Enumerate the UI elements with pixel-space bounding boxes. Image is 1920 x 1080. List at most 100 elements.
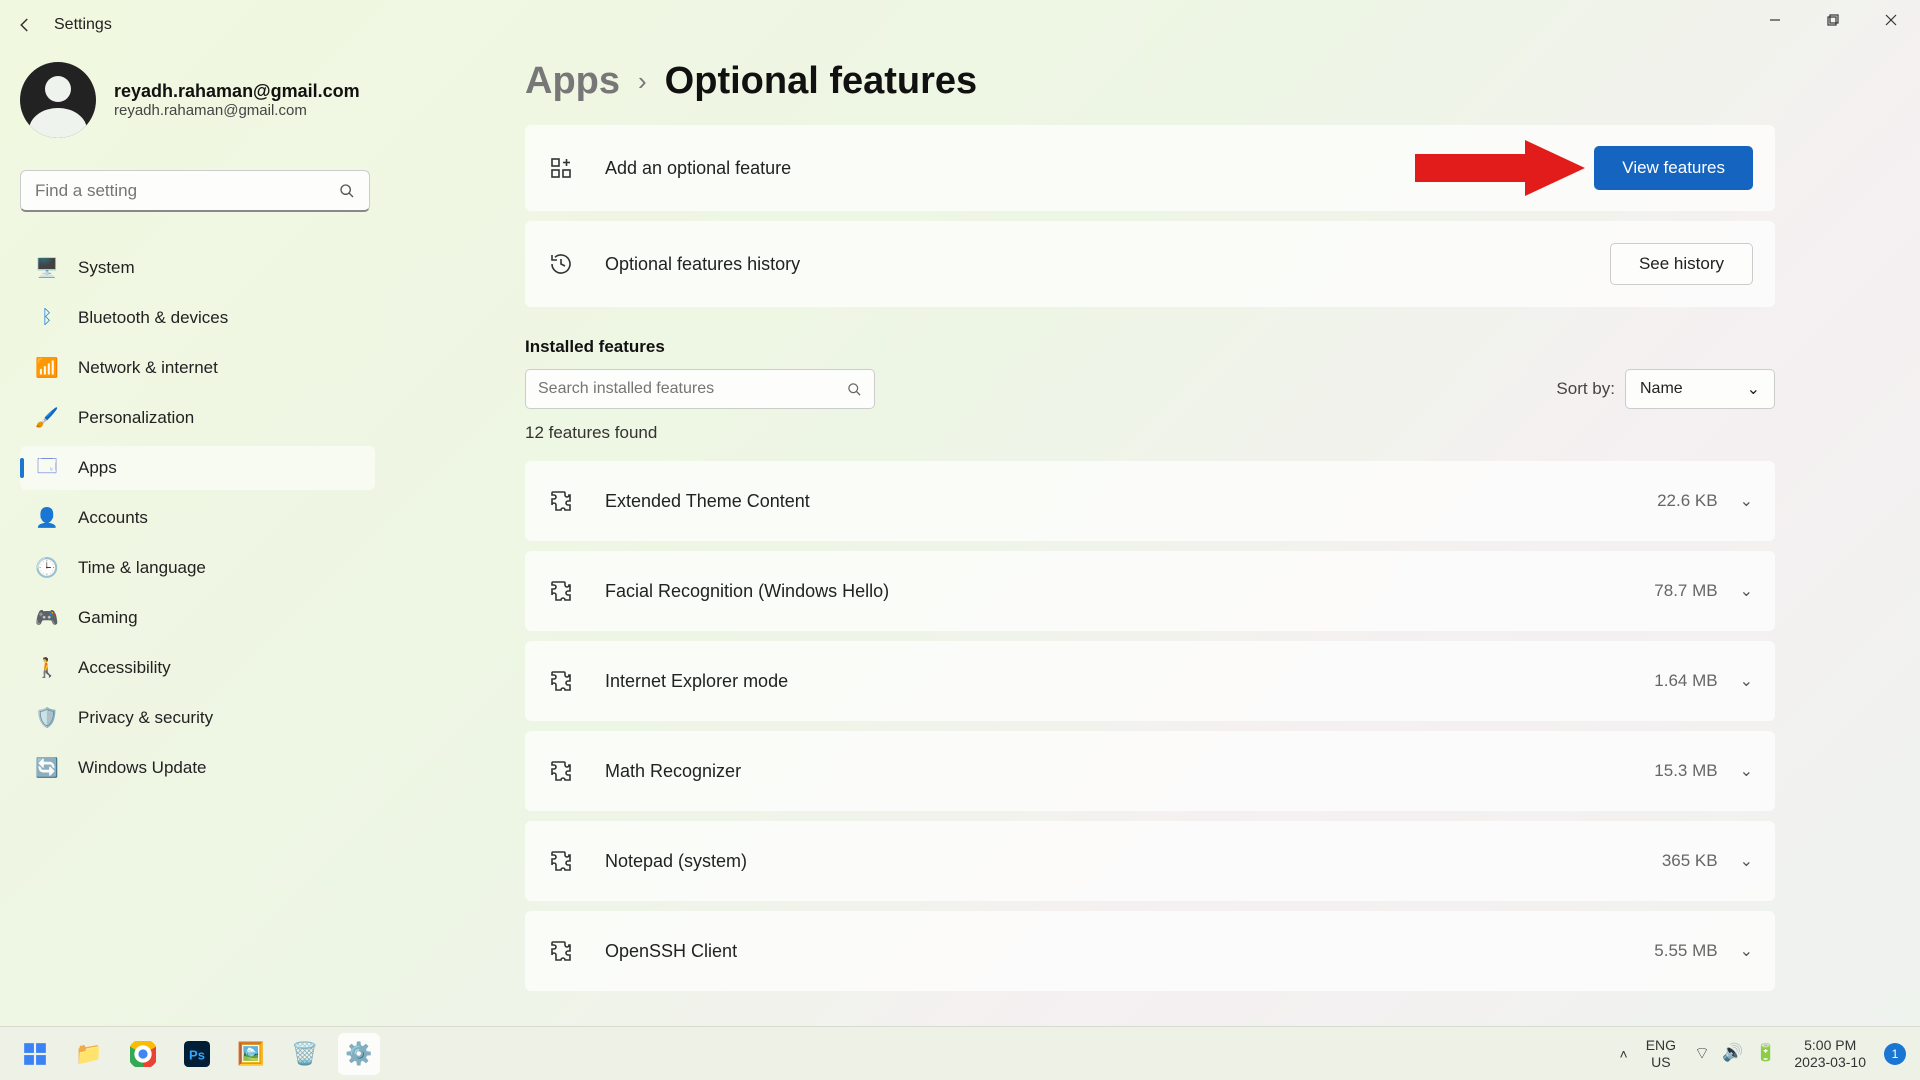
- sidebar-item-apps[interactable]: 🗔 Apps: [20, 446, 375, 490]
- nav-icon: 🔄: [36, 757, 58, 779]
- search-icon: [847, 382, 862, 397]
- see-history-button[interactable]: See history: [1610, 243, 1753, 285]
- add-feature-card: Add an optional feature View features: [525, 125, 1775, 211]
- feature-row[interactable]: Math Recognizer15.3 MB⌄: [525, 731, 1775, 811]
- nav-list: 🖥️ System ᛒ Bluetooth & devices 📶Network & i…: [20, 246, 375, 790]
- sidebar-item-windows-update[interactable]: 🔄 Windows Update: [20, 746, 375, 790]
- nav-icon: ᛒ: [36, 307, 58, 329]
- maximize-button[interactable]: [1804, 0, 1862, 40]
- app-icon-1[interactable]: 🖼️: [230, 1033, 272, 1075]
- search-input[interactable]: [35, 181, 339, 201]
- notification-badge[interactable]: 1: [1884, 1043, 1906, 1065]
- sidebar-item-gaming[interactable]: 🎮Gaming: [20, 596, 375, 640]
- nav-icon: 🖌️: [36, 407, 58, 429]
- start-button[interactable]: [14, 1033, 56, 1075]
- sidebar-item-system[interactable]: 🖥️ System: [20, 246, 375, 290]
- sidebar-item-label: Windows Update: [78, 758, 207, 778]
- feature-row[interactable]: Notepad (system)365 KB ⌄: [525, 821, 1775, 901]
- sidebar-item-accessibility[interactable]: 🚶 Accessibility: [20, 646, 375, 690]
- annotation-arrow-icon: [1415, 140, 1585, 196]
- feature-icon: [547, 667, 575, 695]
- search-settings[interactable]: [20, 170, 370, 212]
- breadcrumb: Apps › Optional features: [525, 60, 1860, 103]
- sidebar-item-label: Apps: [78, 458, 117, 478]
- app-icon-2[interactable]: 🗑️: [284, 1033, 326, 1075]
- chevron-down-icon: ⌄: [1747, 379, 1760, 399]
- settings-taskbar-icon[interactable]: ⚙️: [338, 1033, 380, 1075]
- search-icon: [339, 183, 355, 199]
- sort-select[interactable]: Name ⌄: [1625, 369, 1775, 409]
- feature-row[interactable]: Facial Recognition (Windows Hello)78.7 M…: [525, 551, 1775, 631]
- feature-icon: [547, 757, 575, 785]
- feature-name: Math Recognizer: [605, 761, 1654, 782]
- nav-icon: 🗔: [36, 457, 58, 479]
- feature-name: Notepad (system): [605, 851, 1662, 872]
- language-indicator[interactable]: ENG US: [1646, 1037, 1676, 1071]
- chrome-icon[interactable]: [122, 1033, 164, 1075]
- minimize-button[interactable]: [1746, 0, 1804, 40]
- profile[interactable]: reyadh.rahaman@gmail.com reyadh.rahaman@…: [20, 62, 375, 138]
- feature-icon: [547, 577, 575, 605]
- history-label: Optional features history: [605, 254, 1610, 275]
- sidebar-item-bluetooth-devices[interactable]: ᛒ Bluetooth & devices: [20, 296, 375, 340]
- nav-icon: 🖥️: [36, 257, 58, 279]
- back-button[interactable]: [10, 10, 40, 40]
- filter-row: Sort by: Name ⌄: [525, 369, 1775, 409]
- sidebar: reyadh.rahaman@gmail.com reyadh.rahaman@…: [0, 50, 395, 1030]
- installed-title: Installed features: [525, 337, 1860, 357]
- sort-value: Name: [1640, 380, 1683, 398]
- feature-row[interactable]: Internet Explorer mode1.64 MB⌄: [525, 641, 1775, 721]
- close-button[interactable]: [1862, 0, 1920, 40]
- sidebar-item-time-language[interactable]: 🕒Time & language: [20, 546, 375, 590]
- chevron-down-icon: ⌄: [1740, 941, 1753, 961]
- wifi-icon[interactable]: ⌔: [1694, 1043, 1710, 1064]
- window-title: Settings: [54, 16, 112, 34]
- chevron-down-icon: ⌄: [1740, 581, 1753, 601]
- sidebar-item-label: Bluetooth & devices: [78, 308, 228, 328]
- feature-row[interactable]: OpenSSH Client5.55 MB⌄: [525, 911, 1775, 991]
- chevron-down-icon: ⌄: [1740, 851, 1753, 871]
- sidebar-item-label: Accounts: [78, 508, 148, 528]
- sidebar-item-label: Gaming: [78, 608, 138, 628]
- battery-icon[interactable]: 🔋: [1755, 1043, 1776, 1064]
- breadcrumb-parent[interactable]: Apps: [525, 60, 620, 103]
- chevron-down-icon: ⌄: [1740, 491, 1753, 511]
- nav-icon: 🚶: [36, 657, 58, 679]
- sidebar-item-network-internet[interactable]: 📶Network & internet: [20, 346, 375, 390]
- file-explorer-icon[interactable]: 📁: [68, 1033, 110, 1075]
- feature-size: 22.6 KB: [1657, 491, 1718, 511]
- feature-size: 5.55 MB: [1654, 941, 1717, 961]
- volume-icon[interactable]: 🔊: [1722, 1043, 1743, 1064]
- feature-row[interactable]: Extended Theme Content22.6 KB ⌄: [525, 461, 1775, 541]
- nav-icon: 🕒: [36, 557, 58, 579]
- taskbar: 📁 Ps 🖼️ 🗑️ ⚙️ ˄ ENG US ⌔ 🔊 🔋 5:00 PM 202…: [0, 1026, 1920, 1080]
- feature-size: 365 KB: [1662, 851, 1718, 871]
- chevron-down-icon: ⌄: [1740, 671, 1753, 691]
- sidebar-item-label: Accessibility: [78, 658, 171, 678]
- feature-name: Facial Recognition (Windows Hello): [605, 581, 1654, 602]
- tray-chevron-icon[interactable]: ˄: [1620, 1046, 1628, 1062]
- chevron-right-icon: ›: [638, 66, 647, 97]
- avatar: [20, 62, 96, 138]
- profile-email: reyadh.rahaman@gmail.com: [114, 102, 360, 119]
- svg-text:Ps: Ps: [189, 1047, 205, 1062]
- sidebar-item-label: Personalization: [78, 408, 194, 428]
- features-count: 12 features found: [525, 423, 1860, 443]
- search-installed-features[interactable]: [525, 369, 875, 409]
- search-installed-input[interactable]: [538, 380, 847, 398]
- sidebar-item-privacy-security[interactable]: 🛡️Privacy & security: [20, 696, 375, 740]
- sidebar-item-accounts[interactable]: 👤Accounts: [20, 496, 375, 540]
- feature-name: Extended Theme Content: [605, 491, 1657, 512]
- sidebar-item-label: System: [78, 258, 135, 278]
- feature-size: 15.3 MB: [1654, 761, 1717, 781]
- view-features-button[interactable]: View features: [1594, 146, 1753, 190]
- history-icon: [547, 250, 575, 278]
- profile-name: reyadh.rahaman@gmail.com: [114, 81, 360, 102]
- sidebar-item-personalization[interactable]: 🖌️ Personalization: [20, 396, 375, 440]
- photoshop-icon[interactable]: Ps: [176, 1033, 218, 1075]
- clock[interactable]: 5:00 PM 2023-03-10: [1794, 1037, 1866, 1071]
- sidebar-item-label: Network & internet: [78, 358, 218, 378]
- feature-size: 78.7 MB: [1654, 581, 1717, 601]
- feature-size: 1.64 MB: [1654, 671, 1717, 691]
- sort-label: Sort by:: [1556, 379, 1615, 399]
